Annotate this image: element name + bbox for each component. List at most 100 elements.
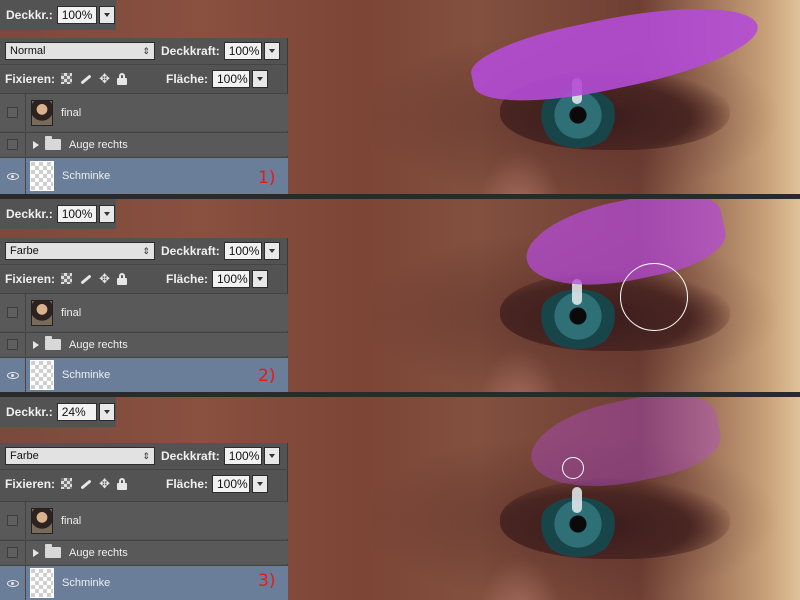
- padlock-icon[interactable]: [117, 477, 128, 490]
- layer-name: Auge rechts: [69, 338, 128, 351]
- disclosure-triangle-icon[interactable]: [33, 548, 39, 557]
- opacity-row: Deckkr.: 100%: [0, 199, 116, 229]
- layer-row-final[interactable]: final: [0, 501, 288, 539]
- layer-row-final[interactable]: final: [0, 93, 288, 131]
- deckkraft-dropdown-button[interactable]: [263, 42, 280, 60]
- blend-mode-value: Farbe: [10, 245, 39, 257]
- opacity-row: Deckkr.: 100%: [0, 0, 116, 30]
- flaeche-dropdown-button[interactable]: [252, 69, 268, 88]
- opacity-dropdown-button[interactable]: [98, 6, 115, 24]
- chevron-down-icon: [103, 13, 110, 17]
- opacity-input[interactable]: 100%: [56, 6, 97, 24]
- layer-thumbnail: [31, 507, 53, 534]
- blend-row: Farbe ⇕ Deckkraft: 100%: [0, 443, 288, 469]
- eye-icon: [6, 579, 19, 587]
- deckkraft-input[interactable]: 100%: [223, 42, 262, 60]
- blend-mode-select[interactable]: Farbe ⇕: [5, 447, 155, 465]
- blend-mode-value: Farbe: [10, 450, 39, 462]
- checkerboard-lock-icon[interactable]: [61, 273, 73, 284]
- opacity-label: Deckkr.:: [6, 207, 53, 221]
- brush-lock-icon[interactable]: [78, 73, 92, 85]
- fixieren-label: Fixieren:: [5, 71, 56, 86]
- move-lock-icon[interactable]: ✥: [98, 477, 111, 490]
- layer-row-schminke[interactable]: Schminke: [0, 357, 288, 392]
- flaeche-input[interactable]: 100%: [212, 69, 250, 88]
- visibility-box-icon: [7, 515, 18, 526]
- flaeche-dropdown-button[interactable]: [252, 269, 268, 288]
- layer-thumbnail: [30, 161, 54, 191]
- visibility-toggle[interactable]: [0, 158, 26, 194]
- visibility-toggle[interactable]: [0, 133, 26, 156]
- chevron-down-icon: [268, 49, 275, 53]
- visibility-toggle[interactable]: [0, 94, 26, 131]
- blend-mode-select[interactable]: Farbe ⇕: [5, 242, 155, 260]
- visibility-toggle[interactable]: [0, 358, 26, 392]
- opacity-dropdown-button[interactable]: [98, 403, 115, 421]
- visibility-toggle[interactable]: [0, 541, 26, 564]
- brush-lock-icon[interactable]: [78, 478, 92, 490]
- layer-name: final: [61, 514, 82, 527]
- visibility-toggle[interactable]: [0, 333, 26, 356]
- fixieren-row: Fixieren: ✥ Fläche: 100%: [0, 64, 288, 92]
- checkerboard-lock-icon[interactable]: [61, 73, 73, 84]
- fixieren-row: Fixieren: ✥ Fläche: 100%: [0, 264, 288, 292]
- layer-thumbnail: [30, 568, 54, 598]
- blend-mode-select[interactable]: Normal ⇕: [5, 42, 155, 60]
- layer-row-auge-rechts[interactable]: Auge rechts: [0, 332, 288, 356]
- brush-lock-icon[interactable]: [78, 273, 92, 285]
- disclosure-triangle-icon[interactable]: [33, 340, 39, 349]
- deckkraft-input[interactable]: 100%: [223, 447, 262, 465]
- opacity-row: Deckkr.: 24%: [0, 397, 116, 427]
- deckkraft-label: Deckkraft:: [161, 449, 220, 463]
- flaeche-input[interactable]: 100%: [212, 474, 250, 493]
- step-label: 1): [258, 168, 276, 188]
- padlock-icon[interactable]: [117, 272, 128, 285]
- checkerboard-lock-icon[interactable]: [61, 478, 73, 489]
- flaeche-label: Fläche:: [165, 71, 208, 86]
- flaeche-dropdown-button[interactable]: [252, 474, 268, 493]
- folder-icon: [45, 544, 61, 558]
- layer-thumbnail: [31, 299, 53, 326]
- chevron-down-icon: [103, 212, 110, 216]
- layers-panel-2: Farbe ⇕ Deckkraft: 100% Fixieren: ✥ Fläch…: [0, 238, 288, 392]
- step-label: 3): [258, 571, 276, 591]
- layer-name: Auge rechts: [69, 138, 128, 151]
- flaeche-input[interactable]: 100%: [212, 269, 250, 288]
- move-lock-icon[interactable]: ✥: [98, 72, 111, 85]
- brush-cursor: [562, 457, 584, 479]
- opacity-input[interactable]: 100%: [56, 205, 97, 223]
- visibility-box-icon: [7, 339, 18, 350]
- visibility-toggle[interactable]: [0, 566, 26, 600]
- layer-row-auge-rechts[interactable]: Auge rechts: [0, 540, 288, 564]
- blend-row: Normal ⇕ Deckkraft: 100%: [0, 38, 288, 64]
- chevron-down-icon: [257, 276, 263, 281]
- layer-name: Schminke: [62, 170, 111, 182]
- layer-name: final: [61, 306, 82, 319]
- layer-name: final: [61, 106, 82, 119]
- folder-icon: [45, 136, 61, 150]
- layer-thumbnail: [31, 99, 53, 126]
- deckkraft-input[interactable]: 100%: [223, 242, 262, 260]
- layer-row-schminke[interactable]: Schminke: [0, 565, 288, 600]
- opacity-dropdown-button[interactable]: [98, 205, 115, 223]
- chevron-down-icon: [268, 249, 275, 253]
- visibility-toggle[interactable]: [0, 502, 26, 539]
- visibility-box-icon: [7, 107, 18, 118]
- fixieren-row: Fixieren: ✥ Fläche: 100%: [0, 469, 288, 497]
- deckkraft-dropdown-button[interactable]: [263, 242, 280, 260]
- move-lock-icon[interactable]: ✥: [98, 272, 111, 285]
- visibility-toggle[interactable]: [0, 294, 26, 331]
- disclosure-triangle-icon[interactable]: [33, 140, 39, 149]
- eye-icon: [6, 371, 19, 379]
- opacity-input[interactable]: 24%: [56, 403, 97, 421]
- layer-row-auge-rechts[interactable]: Auge rechts: [0, 132, 288, 156]
- deckkraft-dropdown-button[interactable]: [263, 447, 280, 465]
- chevron-down-icon: [257, 76, 263, 81]
- chevron-down-icon: [268, 454, 275, 458]
- folder-icon: [45, 336, 61, 350]
- layer-row-final[interactable]: final: [0, 293, 288, 331]
- layer-row-schminke[interactable]: Schminke: [0, 157, 288, 194]
- layer-name: Schminke: [62, 369, 111, 381]
- layers-panel-3: Farbe ⇕ Deckkraft: 100% Fixieren: ✥ Fläch…: [0, 443, 288, 600]
- padlock-icon[interactable]: [117, 72, 128, 85]
